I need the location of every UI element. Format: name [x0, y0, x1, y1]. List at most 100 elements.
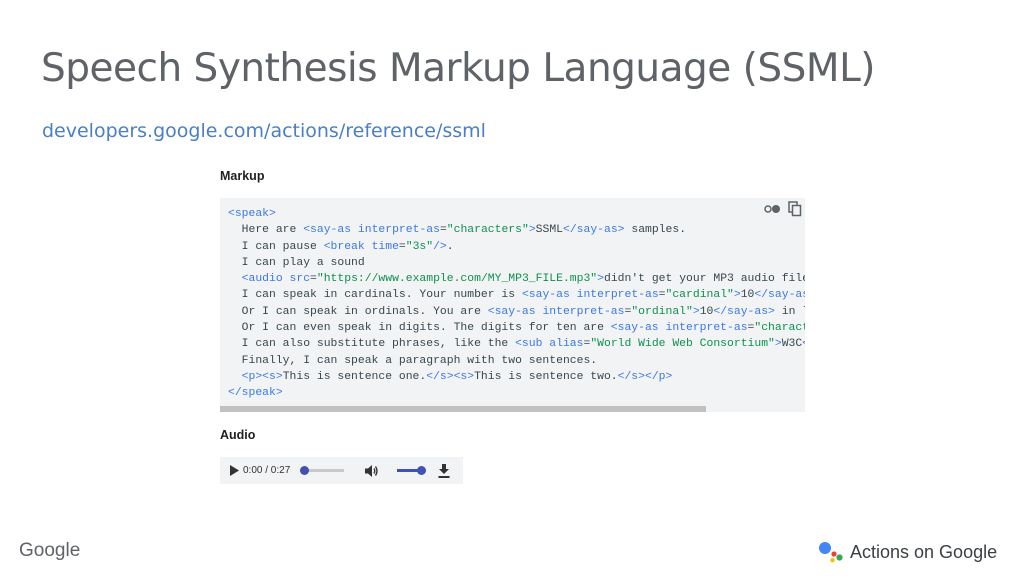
code-token: <break: [323, 240, 365, 253]
volume-knob[interactable]: [416, 466, 426, 475]
code-token: <say-as: [610, 322, 659, 335]
code-token: 10: [699, 305, 714, 318]
code-token: </say-as>: [713, 305, 775, 318]
code-token: =: [439, 224, 447, 237]
audio-time: 0:00 / 0:27: [243, 465, 291, 476]
code-token: >: [528, 224, 536, 237]
progress-knob[interactable]: [300, 466, 310, 475]
code-line: </speak>: [228, 385, 805, 401]
code-token: <speak>: [228, 208, 276, 220]
code-line: Or I can even speak in digits. The digit…: [228, 320, 805, 336]
code-token: "3s": [405, 240, 434, 253]
code-token: "ordinal": [631, 305, 693, 318]
code-token: "https://www.example.com/MY_MP3_FILE.mp3…: [316, 273, 598, 286]
code-line: I can pause <break time="3s"/>.: [228, 239, 805, 255]
code-token: interpret-as: [542, 305, 625, 318]
code-line: Or I can speak in ordinals. You are <say…: [228, 304, 805, 320]
markup-heading: Markup: [220, 169, 265, 183]
code-token: Here are: [228, 224, 304, 237]
assistant-dots-icon: [819, 542, 843, 563]
code-block: <speak> Here are <say-as interpret-as="c…: [220, 198, 805, 412]
code-token: "World Wide Web Consortium": [590, 338, 775, 351]
code-token: "charact: [754, 322, 805, 335]
code-token: interpret-as: [665, 322, 748, 335]
code-token: =: [310, 273, 317, 286]
code-line: I can play a sound: [228, 255, 805, 271]
reference-link[interactable]: developers.google.com/actions/reference/…: [42, 120, 486, 142]
code-token: >: [733, 289, 741, 302]
code-token: </say-as>: [563, 224, 625, 237]
code-token: I can play a sound: [228, 256, 365, 269]
dark-mode-toggle-icon[interactable]: [764, 204, 782, 214]
code-line: I can speak in cardinals. Your number is…: [228, 287, 805, 303]
code-token: time: [371, 240, 399, 253]
horizontal-scrollbar[interactable]: [220, 406, 805, 412]
code-token: <say-as: [303, 224, 352, 237]
code-token: <say-as: [521, 289, 570, 302]
code-token: SSML: [535, 224, 563, 237]
code-token: </s><s>: [426, 370, 475, 383]
code-token: </speak>: [228, 387, 283, 400]
slide-title: Speech Synthesis Markup Language (SSML): [41, 46, 876, 91]
download-icon[interactable]: [438, 463, 450, 478]
volume-icon[interactable]: [364, 464, 379, 478]
code-token: samples.: [624, 224, 687, 237]
code-token: This is sentence two.: [474, 370, 618, 383]
scrollbar-thumb[interactable]: [220, 406, 706, 412]
code-token: I can speak in cardinals. Your number is: [228, 289, 522, 302]
code-token: in l: [781, 305, 805, 318]
code-toolbar: [761, 198, 805, 220]
code-token: I can pause: [228, 240, 324, 253]
volume-slider[interactable]: [397, 466, 426, 475]
code-line: Here are <say-as interpret-as="character…: [228, 222, 805, 238]
code-token: 10: [740, 289, 755, 302]
code-token: <audio: [241, 273, 283, 286]
audio-heading: Audio: [220, 428, 256, 442]
code-token: </s></p>: [617, 370, 673, 383]
code-line: <audio src="https://www.example.com/MY_M…: [228, 271, 805, 287]
code-token: .: [446, 240, 454, 253]
code-token: interpret-as: [576, 289, 659, 302]
code-token: src: [289, 273, 311, 286]
code-lines: <speak> Here are <say-as interpret-as="c…: [228, 206, 805, 402]
code-line: Finally, I can speak a paragraph with tw…: [228, 353, 805, 369]
audio-progress-slider[interactable]: [300, 466, 345, 475]
code-token: >: [692, 305, 700, 318]
code-line: <speak>: [228, 206, 805, 222]
code-token: >: [774, 338, 782, 351]
code-token: alias: [549, 338, 584, 351]
code-token: =: [658, 289, 666, 302]
code-line: <p><s>This is sentence one.</s><s>This i…: [228, 369, 805, 385]
play-icon[interactable]: [229, 465, 239, 476]
code-token: =: [398, 240, 406, 253]
code-token: "characters": [446, 224, 529, 237]
code-token: >: [597, 273, 604, 286]
copy-icon[interactable]: [788, 201, 802, 217]
actions-on-google-text: Actions on Google: [850, 541, 998, 562]
code-token: <p><s>: [241, 370, 283, 383]
code-token: <sub: [515, 338, 543, 351]
code-token: Or I can even speak in digits. The digit…: [228, 322, 611, 335]
code-token: interpret-as: [357, 224, 440, 237]
audio-player: 0:00 / 0:27: [220, 457, 463, 484]
google-logo: Google: [19, 540, 81, 561]
code-line: I can also substitute phrases, like the …: [228, 336, 805, 352]
code-token: "cardinal": [665, 289, 734, 302]
code-token: <say-as: [487, 305, 536, 318]
code-token: Finally, I can speak a paragraph with tw…: [228, 354, 598, 367]
code-token: <: [802, 338, 805, 350]
actions-on-google-logo: Actions on Google: [818, 541, 997, 563]
code-token: Or I can speak in ordinals. You are: [228, 305, 488, 318]
code-token: </say-as: [754, 289, 805, 302]
code-token: />: [433, 240, 447, 253]
code-token: This is sentence one.: [282, 370, 427, 383]
code-token: W3C: [781, 338, 803, 351]
code-token: didn't get your MP3 audio file: [604, 273, 805, 286]
